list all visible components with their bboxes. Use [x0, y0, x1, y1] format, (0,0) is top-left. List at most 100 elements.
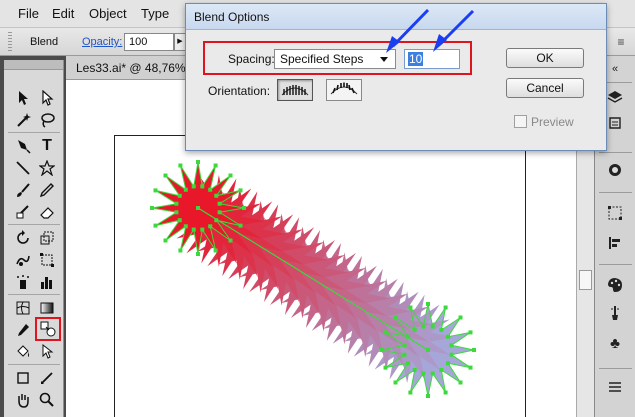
selection-tool-icon[interactable]	[12, 88, 34, 108]
anchor-point[interactable]	[393, 380, 398, 385]
magic-wand-icon[interactable]	[12, 110, 34, 130]
scrollbar-thumb[interactable]	[579, 270, 592, 290]
anchor-point[interactable]	[213, 248, 218, 253]
anchor-point[interactable]	[196, 160, 200, 164]
anchor-point[interactable]	[406, 334, 410, 339]
menu-file[interactable]: File	[18, 6, 39, 21]
center-point[interactable]	[196, 206, 200, 210]
anchor-point[interactable]	[406, 361, 410, 366]
anchor-point[interactable]	[178, 248, 183, 253]
anchor-point[interactable]	[217, 201, 222, 206]
column-graph-icon[interactable]	[36, 272, 58, 292]
type-tool-icon[interactable]: T	[36, 136, 58, 156]
live-paint-selection-icon[interactable]	[36, 342, 58, 362]
anchor-point[interactable]	[214, 193, 219, 198]
artboard-tool-icon[interactable]	[12, 368, 34, 388]
lasso-icon[interactable]	[36, 110, 58, 130]
brushes-icon[interactable]	[603, 302, 627, 324]
anchor-point[interactable]	[446, 334, 450, 339]
anchor-point[interactable]	[228, 238, 233, 243]
rotate-tool-icon[interactable]	[12, 228, 34, 248]
anchor-point[interactable]	[458, 315, 463, 320]
anchor-point[interactable]	[153, 188, 158, 193]
anchor-point[interactable]	[183, 224, 188, 229]
anchor-point[interactable]	[426, 302, 430, 306]
anchor-point[interactable]	[208, 224, 213, 229]
anchor-point[interactable]	[421, 371, 426, 376]
zoom-tool-icon[interactable]	[36, 390, 58, 410]
anchor-point[interactable]	[439, 328, 444, 332]
anchor-point[interactable]	[177, 218, 182, 223]
opacity-input[interactable]: 100	[124, 33, 174, 51]
live-paint-bucket-icon[interactable]	[12, 342, 34, 362]
hand-tool-icon[interactable]	[12, 390, 34, 410]
align-to-page-button[interactable]	[277, 79, 313, 101]
center-point[interactable]	[426, 348, 430, 352]
anchor-point[interactable]	[449, 352, 454, 357]
scale-tool-icon[interactable]	[36, 228, 58, 248]
control-bar-menu-icon[interactable]: ≡	[612, 32, 630, 52]
anchor-point[interactable]	[421, 324, 426, 329]
swatch-libraries-icon[interactable]	[603, 376, 627, 398]
control-bar-grip[interactable]	[8, 32, 12, 52]
transform-icon[interactable]	[603, 232, 627, 254]
anchor-point[interactable]	[430, 371, 435, 376]
pencil-icon[interactable]	[36, 180, 58, 200]
anchor-point[interactable]	[458, 380, 463, 385]
slice-tool-icon[interactable]	[36, 368, 58, 388]
anchor-point[interactable]	[412, 368, 417, 372]
anchor-point[interactable]	[174, 210, 179, 215]
symbol-sprayer-icon[interactable]	[12, 272, 34, 292]
anchor-point[interactable]	[408, 390, 413, 395]
anchor-point[interactable]	[200, 227, 205, 232]
line-segment-icon[interactable]	[12, 158, 34, 178]
steps-input[interactable]: 10	[404, 49, 460, 69]
anchor-point[interactable]	[242, 206, 246, 210]
anchor-point[interactable]	[449, 343, 454, 348]
anchor-point[interactable]	[191, 184, 196, 189]
anchor-point[interactable]	[214, 218, 219, 223]
anchor-point[interactable]	[443, 390, 448, 395]
direct-selection-tool-icon[interactable]	[36, 88, 58, 108]
warp-tool-icon[interactable]	[12, 250, 34, 270]
anchor-point[interactable]	[183, 187, 188, 192]
anchor-point[interactable]	[393, 315, 398, 320]
symbols-icon[interactable]: ♣	[603, 332, 627, 354]
opacity-link[interactable]: Opacity:	[82, 36, 122, 48]
anchor-point[interactable]	[426, 394, 430, 398]
gradient-tool-icon[interactable]	[36, 298, 58, 318]
anchor-point[interactable]	[153, 223, 158, 228]
anchor-point[interactable]	[217, 210, 222, 215]
anchor-point[interactable]	[439, 368, 444, 372]
anchor-point[interactable]	[150, 206, 154, 210]
menu-type[interactable]: Type	[141, 6, 169, 21]
anchor-point[interactable]	[238, 188, 243, 193]
anchor-point[interactable]	[383, 330, 388, 335]
tools-panel-header[interactable]	[4, 60, 63, 70]
anchor-point[interactable]	[408, 305, 413, 310]
anchor-point[interactable]	[380, 348, 384, 352]
anchor-point[interactable]	[228, 173, 233, 178]
anchor-point[interactable]	[178, 163, 183, 168]
dialog-titlebar[interactable]: Blend Options	[186, 4, 606, 30]
cancel-button[interactable]: Cancel	[506, 78, 584, 98]
blend-tool-icon[interactable]	[35, 317, 61, 341]
anchor-point[interactable]	[443, 305, 448, 310]
mesh-tool-icon[interactable]	[12, 298, 34, 318]
anchor-point[interactable]	[238, 223, 243, 228]
stroke-icon[interactable]	[603, 159, 627, 181]
star-tool-icon[interactable]	[36, 158, 58, 178]
anchor-point[interactable]	[402, 352, 407, 357]
color-guide-icon[interactable]	[603, 274, 627, 296]
anchor-point[interactable]	[196, 252, 200, 256]
pen-tool-icon[interactable]	[12, 136, 34, 156]
anchor-point[interactable]	[174, 201, 179, 206]
eraser-icon[interactable]	[36, 202, 58, 222]
anchor-point[interactable]	[191, 227, 196, 232]
anchor-point[interactable]	[402, 343, 407, 348]
anchor-point[interactable]	[208, 187, 213, 192]
anchor-point[interactable]	[200, 184, 205, 189]
align-to-path-button[interactable]	[326, 79, 362, 101]
paintbrush-icon[interactable]	[12, 180, 34, 200]
anchor-point[interactable]	[412, 328, 417, 332]
